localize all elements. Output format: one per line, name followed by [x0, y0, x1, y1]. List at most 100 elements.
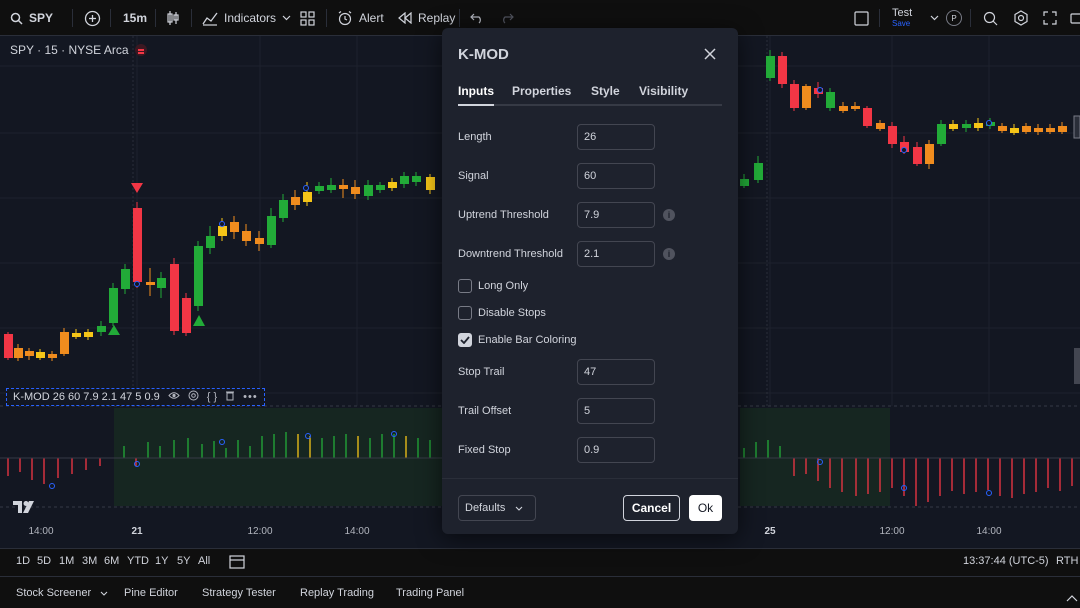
expand-icon	[1043, 11, 1057, 25]
long-only-checkbox[interactable]: Long Only	[458, 279, 528, 293]
candle-body	[194, 246, 203, 306]
buy-signal-marker	[193, 315, 205, 326]
quick-search-button[interactable]	[983, 0, 998, 36]
layouts-button[interactable]	[300, 0, 315, 36]
candle-body	[766, 56, 775, 78]
fullscreen-button[interactable]	[1043, 0, 1057, 36]
rewind-icon	[398, 12, 412, 24]
gear-icon	[1013, 10, 1029, 26]
timeframe-3m[interactable]: 3M	[82, 555, 97, 567]
checkbox-box[interactable]	[458, 333, 472, 347]
tab-replay-trading[interactable]: Replay Trading	[300, 587, 374, 599]
indicators-button[interactable]: Indicators	[202, 0, 276, 36]
indicators-dropdown[interactable]	[282, 0, 291, 36]
cancel-button[interactable]: Cancel	[623, 495, 680, 521]
indicator-legend[interactable]: K-MOD 26 60 7.9 2.1 47 5 0.9 { } •••	[6, 388, 265, 406]
info-icon[interactable]: i	[663, 248, 675, 260]
candle-body	[790, 84, 799, 108]
fixed-stop-input[interactable]	[577, 437, 655, 463]
candle-body	[913, 147, 922, 164]
candle-body	[426, 177, 435, 190]
timeframe-5d[interactable]: 5D	[37, 555, 51, 567]
timeframe-6m[interactable]: 6M	[104, 555, 119, 567]
settings-icon[interactable]	[188, 390, 199, 404]
snapshot-button[interactable]	[1070, 0, 1080, 36]
calendar-icon[interactable]	[229, 554, 245, 574]
profile-button[interactable]: P	[946, 0, 962, 36]
timeframe-5y[interactable]: 5Y	[177, 555, 190, 567]
collapse-panel-button[interactable]	[1066, 589, 1078, 607]
symbol-label: SPY	[29, 11, 54, 25]
fixed-stop-label: Fixed Stop	[458, 444, 511, 456]
tab-properties[interactable]: Properties	[512, 84, 571, 98]
length-label: Length	[458, 131, 492, 143]
tab-visibility[interactable]: Visibility	[639, 84, 688, 98]
timeframe-1d[interactable]: 1D	[16, 555, 30, 567]
enable-bar-coloring-checkbox[interactable]: Enable Bar Coloring	[458, 333, 576, 347]
candle-body	[1034, 128, 1043, 132]
grid-icon	[300, 10, 315, 26]
timeframe-ytd[interactable]: YTD	[127, 555, 149, 567]
downtrend-threshold-input[interactable]	[577, 241, 655, 267]
length-input[interactable]	[577, 124, 655, 150]
time-axis-label: 12:00	[879, 526, 905, 537]
candle-body	[754, 163, 763, 180]
tab-inputs[interactable]: Inputs	[458, 84, 494, 98]
time-axis-label: 14:00	[28, 526, 54, 537]
candles-icon	[166, 10, 180, 26]
timeframe-1m[interactable]: 1M	[59, 555, 74, 567]
more-icon[interactable]: •••	[243, 391, 258, 403]
ok-button[interactable]: Ok	[689, 495, 722, 521]
settings-button[interactable]	[1013, 0, 1029, 36]
candle-body	[863, 108, 872, 126]
eye-icon[interactable]	[168, 391, 180, 403]
tab-stock-screener[interactable]: Stock Screener	[16, 587, 108, 599]
candle-body	[279, 200, 288, 218]
candle-body	[962, 124, 971, 128]
alert-button[interactable]: Alert	[337, 0, 384, 36]
layout-dropdown[interactable]	[930, 0, 939, 36]
trash-icon[interactable]	[225, 390, 235, 404]
candle-body	[826, 92, 835, 108]
candle-body	[937, 124, 946, 144]
candle-body	[839, 106, 848, 111]
stop-trail-input[interactable]	[577, 359, 655, 385]
session-label[interactable]: RTH	[1056, 555, 1078, 567]
layout-save-button[interactable]: Test Save	[892, 8, 928, 30]
timeframe-1y[interactable]: 1Y	[155, 555, 168, 567]
defaults-dropdown[interactable]: Defaults	[458, 495, 536, 521]
info-icon[interactable]: i	[663, 209, 675, 221]
compare-button[interactable]	[84, 0, 101, 36]
timeframe-bar: 1D 5D 1M 3M 6M YTD 1Y 5Y All 13:37:44 (UTC-5) RT…	[0, 548, 1080, 574]
candle-body	[36, 352, 45, 358]
checkbox-box[interactable]	[458, 306, 472, 320]
tab-strategy-tester[interactable]: Strategy Tester	[202, 587, 276, 599]
trail-offset-input[interactable]	[577, 398, 655, 424]
candle-body	[206, 236, 215, 248]
candle-body	[364, 185, 373, 196]
candle-body	[267, 216, 276, 245]
timeframe-all[interactable]: All	[198, 555, 210, 567]
chart-type-button[interactable]	[166, 0, 180, 36]
tab-style[interactable]: Style	[591, 84, 620, 98]
tab-pine-editor[interactable]: Pine Editor	[124, 587, 178, 599]
trail-dot	[303, 185, 309, 191]
disable-stops-checkbox[interactable]: Disable Stops	[458, 306, 546, 320]
symbol-legend[interactable]: SPY · 15 · NYSE Arca	[10, 43, 147, 57]
clock-label[interactable]: 13:37:44 (UTC-5)	[963, 555, 1049, 567]
signal-input[interactable]	[577, 163, 655, 189]
interval-button[interactable]: 15m	[123, 0, 147, 36]
tab-trading-panel[interactable]: Trading Panel	[396, 587, 464, 599]
market-status-icon[interactable]	[134, 44, 147, 56]
candle-body	[327, 185, 336, 190]
candle-body	[778, 56, 787, 84]
symbol-search[interactable]: SPY	[10, 0, 53, 36]
fullscreen-toggle[interactable]	[854, 0, 869, 36]
source-code-icon[interactable]: { }	[207, 391, 217, 403]
close-icon	[704, 48, 716, 60]
checkbox-box[interactable]	[458, 279, 472, 293]
uptrend-threshold-input[interactable]	[577, 202, 655, 228]
candle-body	[412, 176, 421, 182]
chevron-down-icon	[930, 15, 939, 21]
close-button[interactable]	[702, 46, 718, 62]
